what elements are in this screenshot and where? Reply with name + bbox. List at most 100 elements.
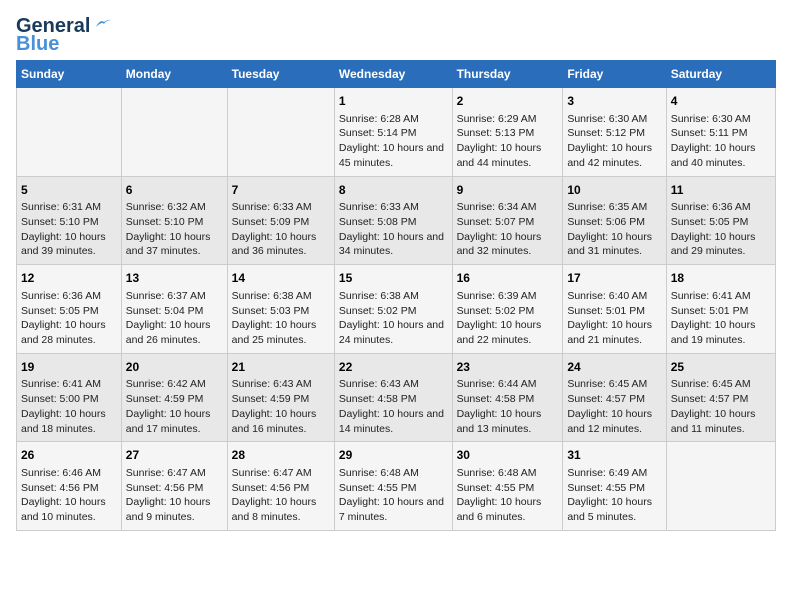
day-number: 18	[671, 270, 771, 287]
day-info: Sunrise: 6:45 AMSunset: 4:57 PMDaylight:…	[671, 377, 771, 436]
table-row: 11Sunrise: 6:36 AMSunset: 5:05 PMDayligh…	[666, 176, 775, 265]
table-row: 9Sunrise: 6:34 AMSunset: 5:07 PMDaylight…	[452, 176, 563, 265]
day-number: 1	[339, 93, 448, 110]
day-info: Sunrise: 6:33 AMSunset: 5:08 PMDaylight:…	[339, 200, 448, 259]
day-number: 25	[671, 359, 771, 376]
page-header: General Blue	[16, 16, 776, 54]
table-row: 10Sunrise: 6:35 AMSunset: 5:06 PMDayligh…	[563, 176, 666, 265]
header-sunday: Sunday	[17, 61, 122, 88]
table-row: 2 Sunrise: 6:29 AMSunset: 5:13 PMDaylight…	[452, 88, 563, 177]
day-info: Sunrise: 6:43 AMSunset: 4:58 PMDaylight:…	[339, 377, 448, 436]
logo-bird-icon	[94, 17, 112, 31]
day-number: 27	[126, 447, 223, 464]
day-number: 11	[671, 182, 771, 199]
day-info: Sunrise: 6:31 AMSunset: 5:10 PMDaylight:…	[21, 200, 117, 259]
table-row	[17, 88, 122, 177]
day-info: Sunrise: 6:36 AMSunset: 5:05 PMDaylight:…	[21, 289, 117, 348]
week-row-2: 5Sunrise: 6:31 AMSunset: 5:10 PMDaylight…	[17, 176, 776, 265]
day-info: Sunrise: 6:43 AMSunset: 4:59 PMDaylight:…	[232, 377, 330, 436]
day-number: 22	[339, 359, 448, 376]
day-number: 9	[457, 182, 559, 199]
table-row	[666, 442, 775, 531]
table-row: 14 Sunrise: 6:38 AMSunset: 5:03 PMDayligh…	[227, 265, 334, 354]
header-friday: Friday	[563, 61, 666, 88]
day-info: Sunrise: 6:35 AMSunset: 5:06 PMDaylight:…	[567, 200, 661, 259]
table-row: 19Sunrise: 6:41 AMSunset: 5:00 PMDayligh…	[17, 353, 122, 442]
logo: General Blue	[16, 16, 112, 54]
header-saturday: Saturday	[666, 61, 775, 88]
day-info: Sunrise: 6:47 AMSunset: 4:56 PMDaylight:…	[232, 466, 330, 525]
day-number: 2	[457, 93, 559, 110]
table-row: 25Sunrise: 6:45 AMSunset: 4:57 PMDayligh…	[666, 353, 775, 442]
table-row: 30 Sunrise: 6:48 AMSunset: 4:55 PMDayligh…	[452, 442, 563, 531]
day-info: Sunrise: 6:44 AMSunset: 4:58 PMDaylight:…	[457, 377, 559, 436]
day-info: Sunrise: 6:30 AMSunset: 5:12 PMDaylight:…	[567, 112, 661, 171]
day-number: 24	[567, 359, 661, 376]
week-row-5: 26Sunrise: 6:46 AMSunset: 4:56 PMDayligh…	[17, 442, 776, 531]
day-number: 7	[232, 182, 330, 199]
day-number: 19	[21, 359, 117, 376]
day-info: Sunrise: 6:48 AMSunset: 4:55 PMDaylight:…	[457, 466, 559, 525]
table-row: 28 Sunrise: 6:47 AMSunset: 4:56 PMDayligh…	[227, 442, 334, 531]
day-info: Sunrise: 6:28 AMSunset: 5:14 PMDaylight:…	[339, 112, 448, 171]
day-info: Sunrise: 6:38 AMSunset: 5:03 PMDaylight:…	[232, 289, 330, 348]
table-row: 26Sunrise: 6:46 AMSunset: 4:56 PMDayligh…	[17, 442, 122, 531]
week-row-3: 12 Sunrise: 6:36 AMSunset: 5:05 PMDayligh…	[17, 265, 776, 354]
day-info: Sunrise: 6:32 AMSunset: 5:10 PMDaylight:…	[126, 200, 223, 259]
day-number: 10	[567, 182, 661, 199]
table-row: 16Sunrise: 6:39 AMSunset: 5:02 PMDayligh…	[452, 265, 563, 354]
day-number: 4	[671, 93, 771, 110]
day-info: Sunrise: 6:30 AMSunset: 5:11 PMDaylight:…	[671, 112, 771, 171]
day-number: 12	[21, 270, 117, 287]
day-info: Sunrise: 6:38 AMSunset: 5:02 PMDaylight:…	[339, 289, 448, 348]
day-number: 23	[457, 359, 559, 376]
table-row: 23Sunrise: 6:44 AMSunset: 4:58 PMDayligh…	[452, 353, 563, 442]
table-row: 8Sunrise: 6:33 AMSunset: 5:08 PMDaylight…	[334, 176, 452, 265]
table-row: 6Sunrise: 6:32 AMSunset: 5:10 PMDaylight…	[121, 176, 227, 265]
header-tuesday: Tuesday	[227, 61, 334, 88]
day-info: Sunrise: 6:45 AMSunset: 4:57 PMDaylight:…	[567, 377, 661, 436]
table-row: 29 Sunrise: 6:48 AMSunset: 4:55 PMDayligh…	[334, 442, 452, 531]
week-row-4: 19Sunrise: 6:41 AMSunset: 5:00 PMDayligh…	[17, 353, 776, 442]
week-row-1: 1 Sunrise: 6:28 AMSunset: 5:14 PMDaylight…	[17, 88, 776, 177]
table-row: 20Sunrise: 6:42 AMSunset: 4:59 PMDayligh…	[121, 353, 227, 442]
calendar-header-row: SundayMondayTuesdayWednesdayThursdayFrid…	[17, 61, 776, 88]
table-row: 27 Sunrise: 6:47 AMSunset: 4:56 PMDayligh…	[121, 442, 227, 531]
table-row: 22Sunrise: 6:43 AMSunset: 4:58 PMDayligh…	[334, 353, 452, 442]
day-info: Sunrise: 6:37 AMSunset: 5:04 PMDaylight:…	[126, 289, 223, 348]
day-info: Sunrise: 6:39 AMSunset: 5:02 PMDaylight:…	[457, 289, 559, 348]
table-row: 15 Sunrise: 6:38 AMSunset: 5:02 PMDayligh…	[334, 265, 452, 354]
table-row: 3 Sunrise: 6:30 AMSunset: 5:12 PMDaylight…	[563, 88, 666, 177]
day-number: 8	[339, 182, 448, 199]
day-info: Sunrise: 6:47 AMSunset: 4:56 PMDaylight:…	[126, 466, 223, 525]
day-info: Sunrise: 6:48 AMSunset: 4:55 PMDaylight:…	[339, 466, 448, 525]
table-row: 12 Sunrise: 6:36 AMSunset: 5:05 PMDayligh…	[17, 265, 122, 354]
day-number: 3	[567, 93, 661, 110]
day-number: 29	[339, 447, 448, 464]
day-number: 5	[21, 182, 117, 199]
table-row: 13 Sunrise: 6:37 AMSunset: 5:04 PMDayligh…	[121, 265, 227, 354]
day-info: Sunrise: 6:36 AMSunset: 5:05 PMDaylight:…	[671, 200, 771, 259]
day-info: Sunrise: 6:49 AMSunset: 4:55 PMDaylight:…	[567, 466, 661, 525]
day-info: Sunrise: 6:41 AMSunset: 5:01 PMDaylight:…	[671, 289, 771, 348]
table-row: 5Sunrise: 6:31 AMSunset: 5:10 PMDaylight…	[17, 176, 122, 265]
day-number: 15	[339, 270, 448, 287]
table-row	[227, 88, 334, 177]
day-number: 20	[126, 359, 223, 376]
day-number: 31	[567, 447, 661, 464]
day-info: Sunrise: 6:34 AMSunset: 5:07 PMDaylight:…	[457, 200, 559, 259]
day-number: 30	[457, 447, 559, 464]
calendar-table: SundayMondayTuesdayWednesdayThursdayFrid…	[16, 60, 776, 531]
header-thursday: Thursday	[452, 61, 563, 88]
day-info: Sunrise: 6:29 AMSunset: 5:13 PMDaylight:…	[457, 112, 559, 171]
day-info: Sunrise: 6:40 AMSunset: 5:01 PMDaylight:…	[567, 289, 661, 348]
day-number: 6	[126, 182, 223, 199]
day-number: 13	[126, 270, 223, 287]
table-row: 31 Sunrise: 6:49 AMSunset: 4:55 PMDayligh…	[563, 442, 666, 531]
day-number: 14	[232, 270, 330, 287]
table-row	[121, 88, 227, 177]
day-info: Sunrise: 6:41 AMSunset: 5:00 PMDaylight:…	[21, 377, 117, 436]
day-number: 28	[232, 447, 330, 464]
day-info: Sunrise: 6:42 AMSunset: 4:59 PMDaylight:…	[126, 377, 223, 436]
table-row: 24Sunrise: 6:45 AMSunset: 4:57 PMDayligh…	[563, 353, 666, 442]
